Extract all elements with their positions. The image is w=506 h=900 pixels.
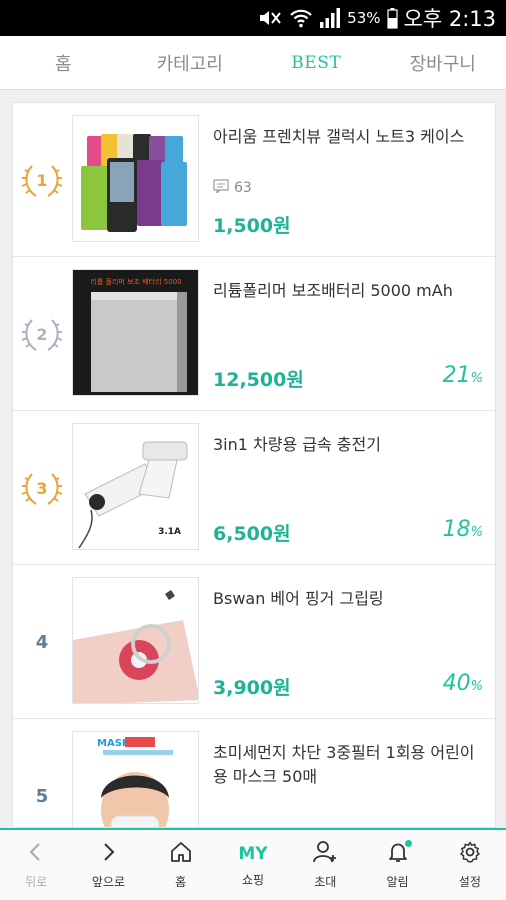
product-item[interactable]: 4 Bswan 베어 핑거 그립링 3,900원 40% [13, 565, 495, 719]
product-price: 1,500원 [213, 215, 291, 237]
top-tab-bar: 홈 카테고리 BEST 장바구니 [0, 36, 506, 90]
battery-percent: 53% [347, 9, 381, 27]
nav-forward[interactable]: 앞으로 [72, 830, 144, 900]
back-icon [24, 840, 48, 868]
rank-number: 5 [35, 785, 49, 807]
bronze-laurel-icon: 3 [20, 466, 64, 510]
product-image [72, 577, 199, 704]
product-price: 3,900원 [213, 677, 291, 699]
product-item[interactable]: 3 3.1A 3in1 차량용 급속 충전기 6,500원 18% [13, 411, 495, 565]
product-price: 6,500원 [213, 523, 291, 545]
product-image: MASK [72, 731, 199, 827]
battery-icon [386, 7, 398, 29]
tab-category[interactable]: 카테고리 [127, 36, 254, 89]
product-title: 초미세먼지 차단 3중필터 1회용 어린이용 마스크 50매 [213, 743, 475, 786]
invite-icon [312, 840, 338, 868]
nav-home[interactable]: 홈 [145, 830, 217, 900]
comment-icon [213, 179, 229, 197]
product-price: 12,500원 [213, 369, 304, 391]
nav-my-shopping[interactable]: MY 쇼핑 [217, 830, 289, 900]
nav-invite[interactable]: 초대 [289, 830, 361, 900]
product-item[interactable]: 2 리튬 폴리머 보조 배터리 5000 리튬폴리머 보조배터리 5000 mA… [13, 257, 495, 411]
best-product-list: 1 아리움 프렌치뷰 갤럭시 노트3 케이스 63 1,500원 2 리튬 폴리… [12, 102, 496, 828]
rank-badge: 5 [13, 719, 71, 827]
discount-rate: 18% [442, 517, 483, 542]
mute-icon [257, 7, 283, 29]
discount-rate: 40% [442, 671, 483, 696]
home-icon [169, 840, 193, 868]
comment-count: 63 [213, 179, 252, 197]
notification-dot [405, 840, 413, 847]
product-title: Bswan 베어 핑거 그립링 [213, 589, 384, 608]
silver-laurel-icon: 2 [20, 312, 64, 356]
rank-number: 2 [36, 324, 48, 344]
bottom-navigation: 뒤로 앞으로 홈 MY 쇼핑 초대 알림 설정 [0, 828, 506, 900]
discount-rate: 21% [442, 363, 483, 388]
status-bar: 53% 오후 2:13 [0, 0, 506, 36]
rank-number: 4 [35, 631, 49, 653]
tab-home[interactable]: 홈 [0, 36, 127, 89]
signal-icon [319, 7, 341, 29]
gear-icon [458, 840, 482, 868]
product-image: 3.1A [72, 423, 199, 550]
product-item[interactable]: 1 아리움 프렌치뷰 갤럭시 노트3 케이스 63 1,500원 [13, 103, 495, 257]
rank-number: 3 [36, 478, 48, 498]
product-item[interactable]: 5 MASK 초미세먼지 차단 3중필터 1회용 어린이용 마스크 50매 [13, 719, 495, 827]
tab-cart[interactable]: 장바구니 [380, 36, 506, 89]
wifi-icon [289, 7, 313, 29]
product-image: 리튬 폴리머 보조 배터리 5000 [72, 269, 199, 396]
gold-laurel-icon: 1 [20, 158, 64, 202]
nav-settings[interactable]: 설정 [434, 830, 506, 900]
tab-best[interactable]: BEST [253, 36, 380, 89]
product-title: 3in1 차량용 급속 충전기 [213, 435, 381, 454]
rank-badge: 3 [13, 411, 71, 565]
image-caption: 리튬 폴리머 보조 배터리 5000 [90, 277, 181, 286]
clock: 오후 2:13 [403, 7, 496, 31]
product-title: 리튬폴리머 보조배터리 5000 mAh [213, 281, 453, 300]
rank-number: 1 [36, 170, 48, 190]
my-text: MY [238, 844, 268, 864]
image-caption: 3.1A [158, 527, 181, 537]
nav-back[interactable]: 뒤로 [0, 830, 72, 900]
forward-icon [96, 840, 120, 868]
rank-badge: 1 [13, 103, 71, 257]
product-title: 아리움 프렌치뷰 갤럭시 노트3 케이스 [213, 127, 465, 146]
rank-badge: 4 [13, 565, 71, 719]
rank-badge: 2 [13, 257, 71, 411]
product-image [72, 115, 199, 242]
nav-notifications[interactable]: 알림 [361, 830, 433, 900]
